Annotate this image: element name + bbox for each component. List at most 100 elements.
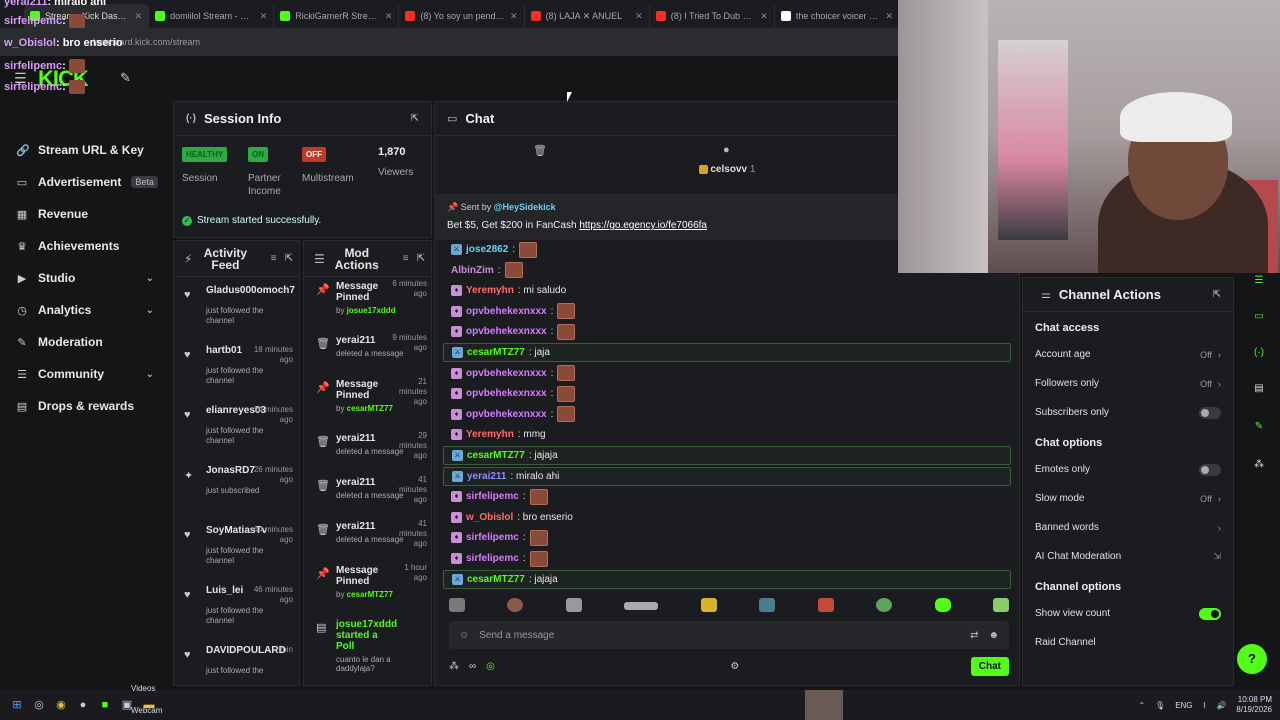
- activity-item[interactable]: ♥ Gladus000omoch7 just followed the channe…: [174, 277, 299, 337]
- language-indicator[interactable]: ENG: [1175, 701, 1192, 710]
- emote-icon[interactable]: [449, 598, 465, 612]
- mod-action-user[interactable]: cesarMTZ77: [347, 590, 393, 599]
- chat-message[interactable]: ♦ opvbehekexnxxx:: [443, 384, 1011, 403]
- pinned-sender[interactable]: @HeySidekick: [494, 202, 556, 212]
- obs-icon[interactable]: ●: [72, 694, 94, 716]
- close-icon[interactable]: ✕: [135, 11, 143, 22]
- mod-action-item[interactable]: 🗑 yerai211 41 minutes ago deleted a message: [304, 517, 431, 561]
- chat-message[interactable]: ♦ opvbehekexnxxx:: [443, 364, 1011, 383]
- activity-item[interactable]: ✦ JonasRD7 26 minutes ago just subscribed: [174, 457, 299, 517]
- activity-username[interactable]: Gladus000omoch7: [206, 285, 295, 296]
- pin-icon[interactable]: ✎: [120, 70, 131, 86]
- chat-message[interactable]: ♦ opvbehekexnxxx:: [443, 405, 1011, 424]
- chat-message[interactable]: ♦ opvbehekexnxxx:: [443, 302, 1011, 321]
- users-icon[interactable]: ⁂: [1247, 454, 1271, 476]
- chat-message[interactable]: ⚔ cesarMTZ77: jajaja: [443, 446, 1011, 465]
- emoji-picker-icon[interactable]: ☺: [459, 630, 469, 641]
- mod-action-item[interactable]: ▤ josue17xddd started a Poll cuanto le dan…: [304, 615, 431, 673]
- chat-message[interactable]: ⚔ yerai211: miralo ahi: [443, 466, 1011, 486]
- emote-icon[interactable]: [700, 598, 717, 612]
- sidebar-item-revenue[interactable]: ▦ Revenue: [0, 198, 170, 230]
- mod-action-item[interactable]: 🗑 yerai211 29 minutes ago deleted a message: [304, 429, 431, 473]
- browser-tab[interactable]: the choicer voicer - G ✕: [775, 4, 900, 28]
- chrome-icon[interactable]: ◉: [50, 694, 72, 716]
- promo-link[interactable]: https://go.egency.io/fe7066fa: [579, 220, 707, 231]
- chevron-down-icon[interactable]: ⌄: [146, 305, 154, 316]
- emote-icon[interactable]: [876, 598, 893, 612]
- taskbar-thumb-webcam[interactable]: Webcam: [131, 706, 162, 715]
- chat-username[interactable]: jose2862: [466, 244, 508, 255]
- chat-username[interactable]: cesarMTZ77: [467, 574, 525, 585]
- chevron-up-icon[interactable]: ⌃: [1138, 701, 1145, 710]
- chevron-down-icon[interactable]: ⌄: [146, 369, 154, 380]
- address-bar[interactable]: dashboard.kick.com/stream: [0, 28, 900, 56]
- support-button[interactable]: ?: [1237, 644, 1267, 674]
- search-icon[interactable]: ◎: [28, 694, 50, 716]
- volume-icon[interactable]: 🔊: [1216, 701, 1226, 710]
- filter-icon[interactable]: ≡: [271, 253, 277, 265]
- smiley-icon[interactable]: ☻: [988, 630, 999, 641]
- chat-message[interactable]: ♦ opvbehekexnxxx:: [443, 322, 1011, 341]
- chat-message[interactable]: ♦ Yeremyhn: mmg: [443, 425, 1011, 444]
- chat-username[interactable]: w_Obislol: [466, 512, 513, 523]
- chat-username[interactable]: opvbehekexnxxx: [466, 368, 547, 379]
- emote-icon[interactable]: [759, 598, 776, 612]
- emote-icon[interactable]: [507, 598, 524, 612]
- emote-icon[interactable]: [992, 598, 1009, 612]
- mod-action-item[interactable]: 🗑 yerai211 41 minutes ago deleted a message: [304, 473, 431, 517]
- browser-tab[interactable]: (8) LAJA ✕ ANUEL ✕: [525, 4, 650, 28]
- emote-icon[interactable]: [565, 598, 582, 612]
- close-icon[interactable]: ✕: [385, 11, 393, 22]
- chat-message[interactable]: ⚔ cesarMTZ77: jajaja: [443, 569, 1011, 589]
- chat-bubble-icon[interactable]: ●: [723, 144, 730, 156]
- close-icon[interactable]: ✕: [760, 11, 768, 22]
- chat-username[interactable]: Yeremyhn: [466, 285, 514, 296]
- activity-item[interactable]: ♥ elianreyes03 24 minutes ago just followed…: [174, 397, 299, 457]
- followers-only-row[interactable]: Followers only Off ›: [1023, 369, 1233, 398]
- network-icon[interactable]: ⌇: [1203, 701, 1207, 710]
- show-view-count-toggle[interactable]: [1199, 607, 1221, 620]
- chat-username[interactable]: opvbehekexnxxx: [466, 306, 547, 317]
- popout-icon[interactable]: ⇱: [1213, 289, 1221, 300]
- activity-item[interactable]: ♥ DAVIDPOULARD min just followed the: [174, 637, 299, 697]
- close-icon[interactable]: ✕: [635, 11, 643, 22]
- chat-username[interactable]: sirfelipemc: [466, 553, 519, 564]
- layout-icon[interactable]: ▤: [1247, 378, 1271, 400]
- browser-tab[interactable]: (8) I Tried To Dub Fam ✕: [650, 4, 775, 28]
- mod-action-user[interactable]: josue17xddd: [347, 306, 396, 315]
- mod-action-item[interactable]: 📌 Message Pinned 1 hour ago by cesarMTZ77: [304, 561, 431, 615]
- browser-tab[interactable]: (8) Yo soy un pendejo ✕: [399, 4, 525, 28]
- sidebar-item-drops-rewards[interactable]: ▤ Drops & rewards: [0, 390, 170, 422]
- chat-icon[interactable]: ▭: [1247, 306, 1271, 328]
- activity-item[interactable]: ♥ Luis_lei 46 minutes ago just followed the…: [174, 577, 299, 637]
- close-icon[interactable]: ✕: [260, 11, 268, 22]
- chat-message[interactable]: ♦ Yeremyhn: mi saludo: [443, 281, 1011, 300]
- app-icon[interactable]: ■: [94, 694, 116, 716]
- popout-icon[interactable]: ⇱: [417, 253, 425, 265]
- emotes-only-toggle[interactable]: [1199, 463, 1221, 476]
- trash-icon[interactable]: 🗑: [533, 144, 547, 157]
- refresh-icon[interactable]: ◎: [486, 661, 495, 672]
- users-icon[interactable]: ⁂: [449, 661, 459, 672]
- emote-icon[interactable]: [817, 598, 834, 612]
- browser-tab[interactable]: RickiGamerR Stream - ✕: [274, 4, 400, 28]
- chat-username[interactable]: cesarMTZ77: [467, 347, 525, 358]
- chat-message-input[interactable]: ☺ Send a message ⇄ ☻: [449, 621, 1009, 649]
- microphone-icon[interactable]: 🎙: [1155, 701, 1165, 710]
- browser-tab[interactable]: domiilol Stream - Wat ✕: [149, 4, 275, 28]
- filter-icon[interactable]: ≡: [403, 253, 409, 265]
- chat-message[interactable]: ♦ sirfelipemc:: [443, 528, 1011, 547]
- sidebar-item-moderation[interactable]: ✎ Moderation: [0, 326, 170, 358]
- translate-icon[interactable]: ⇄: [970, 630, 978, 641]
- chat-message[interactable]: ♦ sirfelipemc:: [443, 487, 1011, 506]
- mod-action-item[interactable]: 📌 Message Pinned 21 minutes ago by cesarMTZ…: [304, 375, 431, 429]
- send-chat-button[interactable]: Chat: [970, 656, 1009, 676]
- chat-username[interactable]: Yeremyhn: [466, 429, 514, 440]
- ai-chat-moderation-row[interactable]: AI Chat Moderation ⇲: [1023, 542, 1233, 571]
- slow-mode-row[interactable]: Slow mode Off ›: [1023, 484, 1233, 513]
- chat-username[interactable]: opvbehekexnxxx: [466, 326, 547, 337]
- raid-channel-row[interactable]: Raid Channel: [1023, 628, 1233, 657]
- chevron-down-icon[interactable]: ⌄: [146, 273, 154, 284]
- chat-username[interactable]: opvbehekexnxxx: [466, 409, 547, 420]
- mod-action-user[interactable]: cesarMTZ77: [347, 404, 393, 413]
